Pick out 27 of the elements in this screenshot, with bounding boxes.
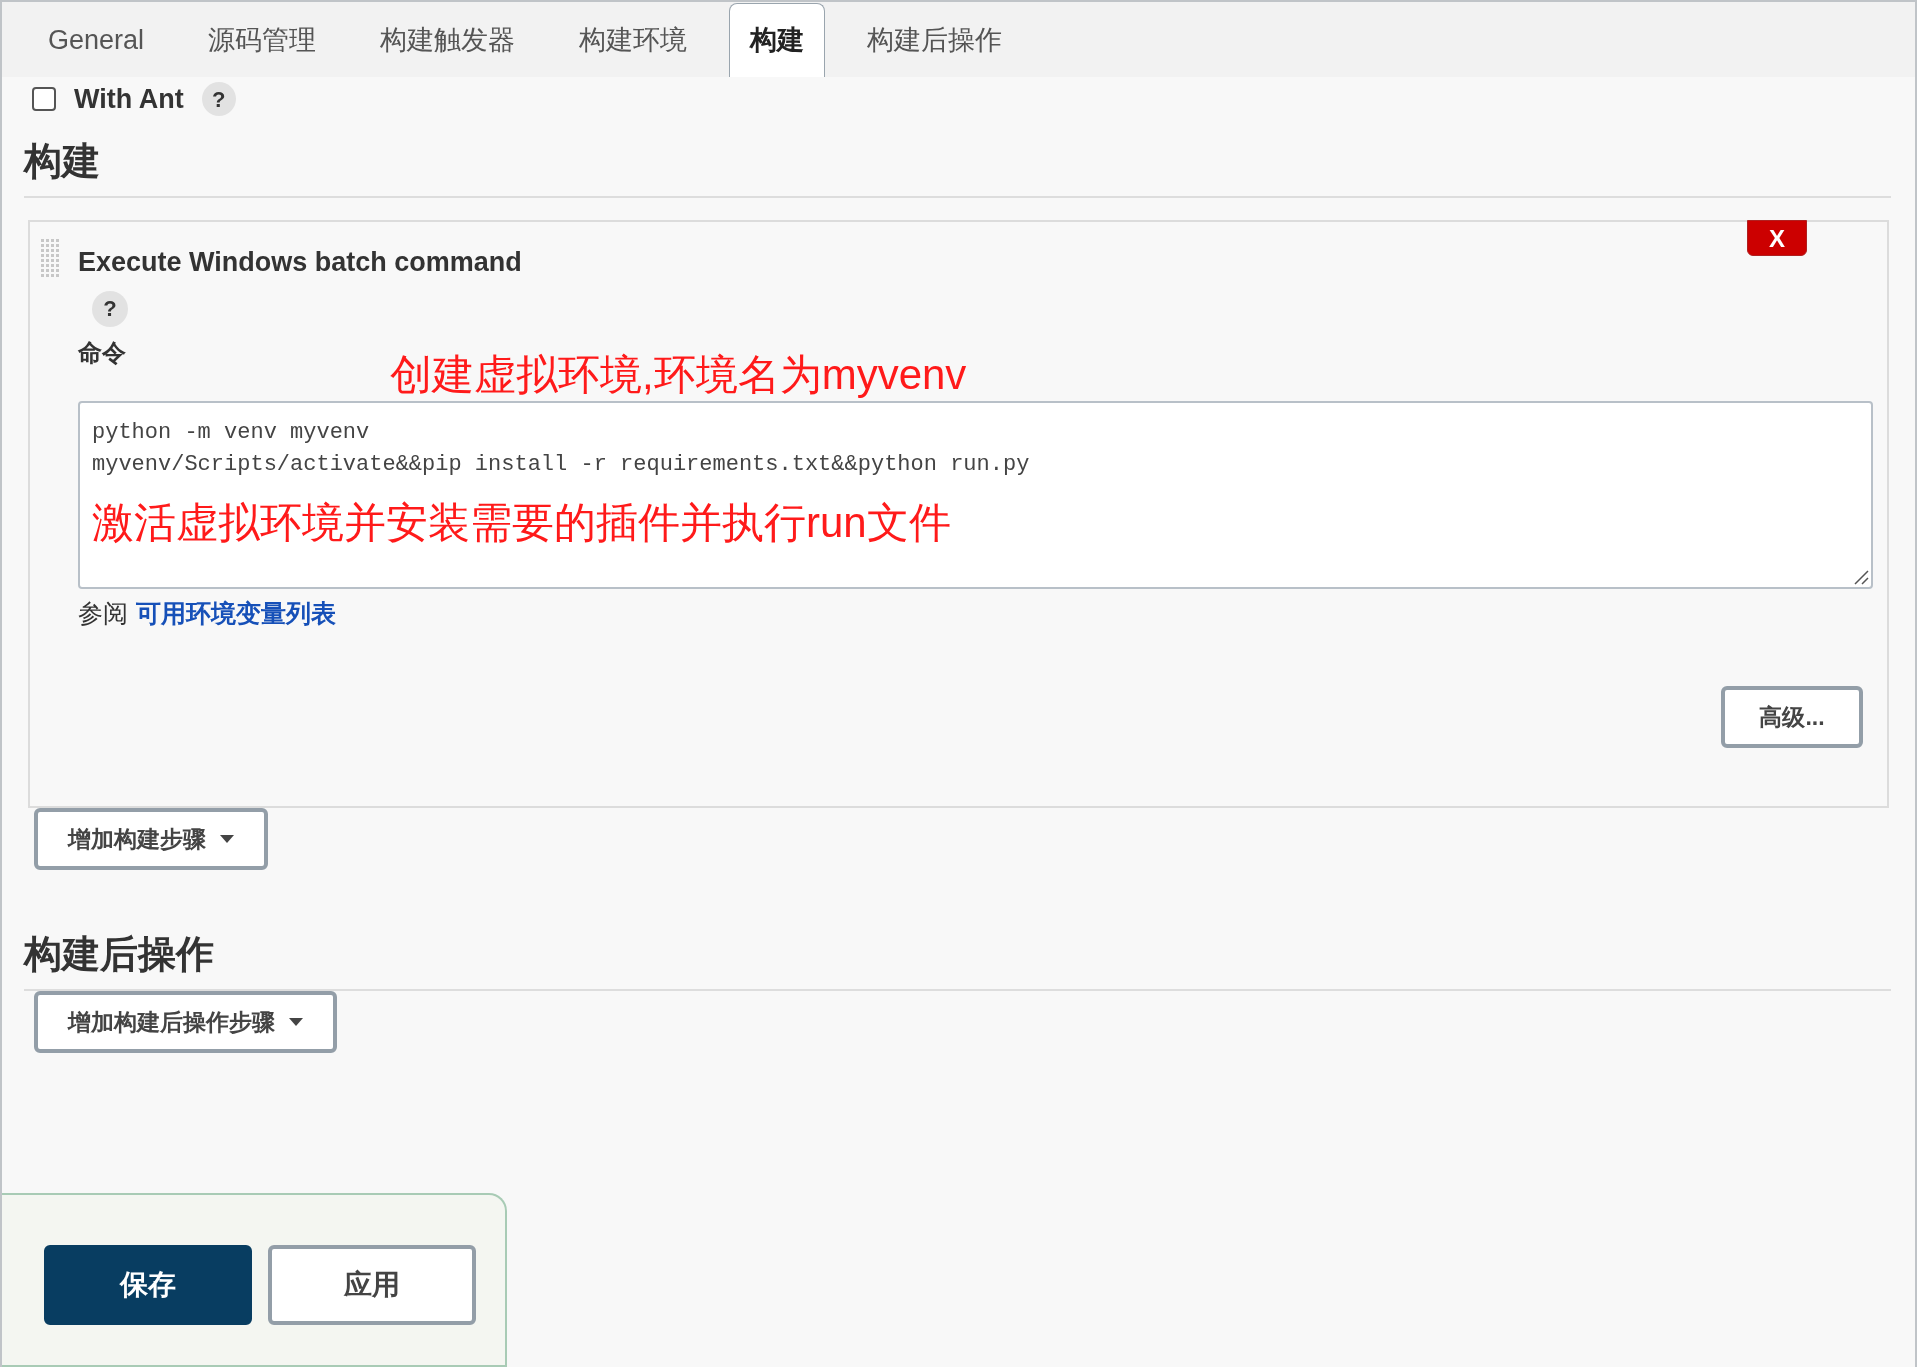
help-icon[interactable]: ? (92, 290, 128, 327)
step-title: Execute Windows batch command (78, 246, 522, 279)
checkbox[interactable] (32, 87, 56, 111)
help-icon[interactable]: ? (201, 82, 236, 116)
tab[interactable]: General (26, 3, 167, 77)
env-vars-link[interactable]: 可用环境变量列表 (136, 594, 336, 632)
tab[interactable]: 构建环境 (557, 3, 710, 77)
apply-button[interactable]: 应用 (268, 1245, 476, 1325)
delete-button[interactable]: X (1747, 220, 1807, 256)
tab[interactable]: 源码管理 (186, 3, 339, 77)
annotation-text: 创建虚拟环境,环境名为myvenv (390, 350, 967, 399)
tab[interactable]: 构建 (729, 3, 826, 77)
caret-icon (220, 835, 234, 843)
tab[interactable]: 构建后操作 (845, 3, 1025, 77)
advanced-button[interactable]: 高级... (1721, 686, 1863, 748)
see-also-text: 参阅 (78, 597, 128, 629)
option-label: With Ant (74, 82, 184, 116)
annotation-text: 激活虚拟环境并安装需要的插件并执行run文件 (92, 498, 951, 547)
caret-icon (289, 1018, 303, 1026)
section-heading: 构建 (24, 133, 1891, 198)
tab[interactable]: 构建触发器 (358, 3, 538, 77)
add-step-dropdown[interactable]: 增加构建后操作步骤 (34, 991, 337, 1053)
resize-grip-icon[interactable] (1853, 568, 1869, 585)
save-button[interactable]: 保存 (44, 1245, 252, 1325)
add-step-dropdown[interactable]: 增加构建步骤 (34, 808, 268, 870)
drag-handle-icon[interactable] (40, 238, 60, 278)
field-label: 命令 (78, 337, 127, 368)
